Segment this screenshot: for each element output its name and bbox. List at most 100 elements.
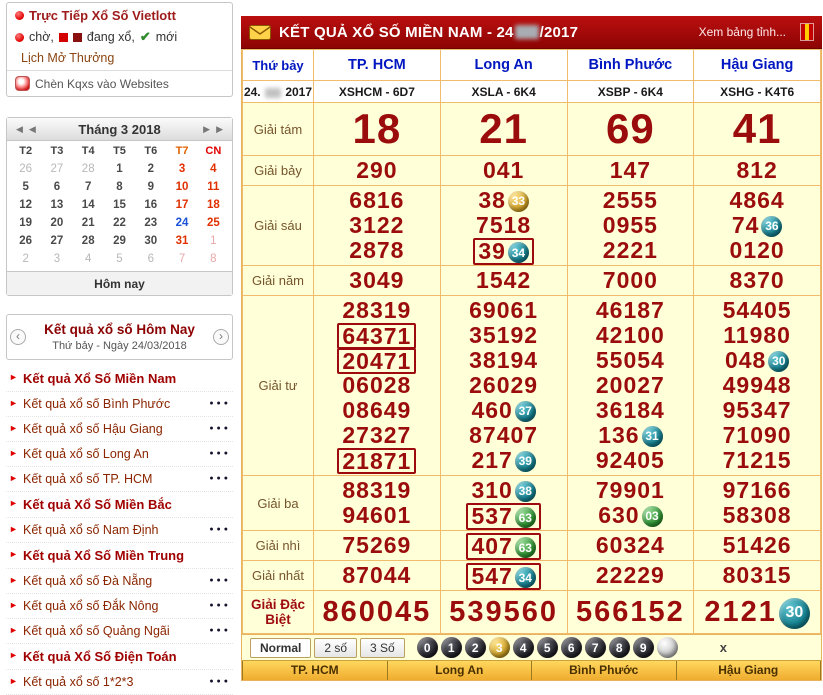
prize-cell: 681631222878 <box>314 186 441 266</box>
prize-cell: 69 <box>567 103 694 156</box>
calendar-day[interactable]: 2 <box>10 250 41 268</box>
prev-year-icon[interactable]: ◀ <box>13 124 26 135</box>
calendar-day[interactable]: 5 <box>10 178 41 196</box>
province-header[interactable]: TP. HCM <box>314 50 441 81</box>
sidebar-link[interactable]: ►Kết quả xổ số 1*2*3●●● <box>6 670 233 695</box>
calendar-day[interactable]: 14 <box>73 196 104 214</box>
prev-month-icon[interactable]: ◀ <box>26 124 39 135</box>
calendar-day-header: T7 <box>166 143 197 160</box>
calendar-day[interactable]: 3 <box>166 160 197 178</box>
province-header[interactable]: Long An <box>440 50 567 81</box>
calendar-day[interactable]: 4 <box>198 160 229 178</box>
next-year-icon[interactable]: ▶ <box>213 124 226 135</box>
running-square2-icon <box>73 33 82 42</box>
prize-cell: 69061351923819426029460378740721739 <box>440 296 567 476</box>
calendar-day[interactable]: 28 <box>73 160 104 178</box>
calendar-day[interactable]: 13 <box>41 196 72 214</box>
schedule-link[interactable]: Lịch Mở Thưởng <box>7 48 232 68</box>
province-header[interactable]: Hậu Giang <box>694 50 821 81</box>
province-tab[interactable]: Long An <box>388 661 533 680</box>
prize-cell: 40763 <box>440 531 567 561</box>
calendar-day[interactable]: 30 <box>135 232 166 250</box>
prev-day-button[interactable]: ‹ <box>10 329 26 345</box>
calendar-day[interactable]: 7 <box>73 178 104 196</box>
calendar-day[interactable]: 1 <box>198 232 229 250</box>
draw-code[interactable]: XSLA - 6K4 <box>440 81 567 103</box>
prize-row: Giải bảy290041147812 <box>243 156 821 186</box>
calendar-day[interactable]: 20 <box>41 214 72 232</box>
calendar-day[interactable]: 29 <box>104 232 135 250</box>
calendar-day[interactable]: 4 <box>73 250 104 268</box>
calendar-day[interactable]: 6 <box>135 250 166 268</box>
result-number: 11980 <box>723 322 791 348</box>
calendar-day[interactable]: 8 <box>198 250 229 268</box>
calendar-day[interactable]: 25 <box>198 214 229 232</box>
calendar-day[interactable]: 26 <box>10 160 41 178</box>
calendar-day[interactable]: 15 <box>104 196 135 214</box>
embed-link-row[interactable]: Chèn Kqxs vào Websites <box>7 70 232 94</box>
sidebar-section-link[interactable]: ►Kết quả Xổ Số Miền Trung <box>6 543 233 569</box>
sidebar-link[interactable]: ►Kết quả xổ số Bình Phước●●● <box>6 392 233 417</box>
calendar-day[interactable]: 22 <box>104 214 135 232</box>
prize-cell: 18 <box>314 103 441 156</box>
calendar-day[interactable]: 19 <box>10 214 41 232</box>
sidebar-section-link[interactable]: ►Kết quả Xổ Số Miền Nam <box>6 366 233 392</box>
calendar-day[interactable]: 8 <box>104 178 135 196</box>
link-label: Kết quả xổ số TP. HCM <box>23 472 152 486</box>
sidebar-section-link[interactable]: ►Kết quả Xổ Số Miền Bắc <box>6 492 233 518</box>
result-number: 13631 <box>598 422 662 448</box>
prize-cell: 812 <box>694 156 821 186</box>
prize-cell: 3049 <box>314 266 441 296</box>
calendar-day[interactable]: 27 <box>41 160 72 178</box>
calendar-day[interactable]: 7 <box>166 250 197 268</box>
province-tab[interactable]: Bình Phước <box>532 661 677 680</box>
calendar-day[interactable]: 27 <box>41 232 72 250</box>
sidebar-link[interactable]: ►Kết quả xổ số Quảng Ngãi●●● <box>6 619 233 644</box>
sidebar-section-link[interactable]: ►Kết quả Xổ Số Điện Toán <box>6 644 233 670</box>
draw-code[interactable]: XSHCM - 6D7 <box>314 81 441 103</box>
sidebar-link[interactable]: ►Kết quả xổ số Nam Định●●● <box>6 518 233 543</box>
calendar-day[interactable]: 16 <box>135 196 166 214</box>
calendar-day[interactable]: 2 <box>135 160 166 178</box>
today-button[interactable]: Hôm nay <box>7 271 232 295</box>
new-label: mới <box>156 30 177 44</box>
calendar-day[interactable]: 18 <box>198 196 229 214</box>
status-dots-icon: ●●● <box>209 400 231 407</box>
calendar-day[interactable]: 9 <box>135 178 166 196</box>
result-number: 97166 <box>723 477 792 503</box>
province-tab[interactable]: TP. HCM <box>242 661 388 680</box>
calendar-day[interactable]: 23 <box>135 214 166 232</box>
province-tab[interactable]: Hậu Giang <box>677 661 822 680</box>
sidebar-link[interactable]: ►Kết quả xổ số Đắk Nông●●● <box>6 594 233 619</box>
draw-code[interactable]: XSBP - 6K4 <box>567 81 694 103</box>
sidebar-link[interactable]: ►Kết quả xổ số Hậu Giang●●● <box>6 417 233 442</box>
calendar-day-header: T4 <box>73 143 104 160</box>
calendar-day[interactable]: 6 <box>41 178 72 196</box>
calendar-day[interactable]: 31 <box>166 232 197 250</box>
calendar-day[interactable]: 11 <box>198 178 229 196</box>
calendar-day[interactable]: 26 <box>10 232 41 250</box>
calendar-day[interactable]: 12 <box>10 196 41 214</box>
calendar-day[interactable]: 3 <box>41 250 72 268</box>
result-number: 79901 <box>596 477 665 503</box>
calendar-day[interactable]: 17 <box>166 196 197 214</box>
sidebar-link[interactable]: ►Kết quả xổ số Đà Nẵng●●● <box>6 569 233 594</box>
calendar-day[interactable]: 24 <box>166 214 197 232</box>
clear-filter[interactable]: x <box>720 640 727 655</box>
result-number: 3122 <box>349 212 404 238</box>
calendar-day[interactable]: 10 <box>166 178 197 196</box>
draw-code[interactable]: XSHG - K4T6 <box>694 81 821 103</box>
sidebar-link[interactable]: ►Kết quả xổ số TP. HCM●●● <box>6 467 233 492</box>
link-label: Kết quả xổ số Long An <box>23 447 149 461</box>
view-province-table-link[interactable]: Xem bảng tỉnh... <box>699 25 786 39</box>
calendar-day[interactable]: 5 <box>104 250 135 268</box>
prize-cell: 486474360120 <box>694 186 821 266</box>
calendar-day[interactable]: 28 <box>73 232 104 250</box>
next-day-button[interactable]: › <box>213 329 229 345</box>
province-header[interactable]: Bình Phước <box>567 50 694 81</box>
status-dots-icon: ●●● <box>209 602 231 609</box>
calendar-day[interactable]: 21 <box>73 214 104 232</box>
sidebar-link[interactable]: ►Kết quả xổ số Long An●●● <box>6 442 233 467</box>
calendar-day[interactable]: 1 <box>104 160 135 178</box>
next-month-icon[interactable]: ▶ <box>200 124 213 135</box>
